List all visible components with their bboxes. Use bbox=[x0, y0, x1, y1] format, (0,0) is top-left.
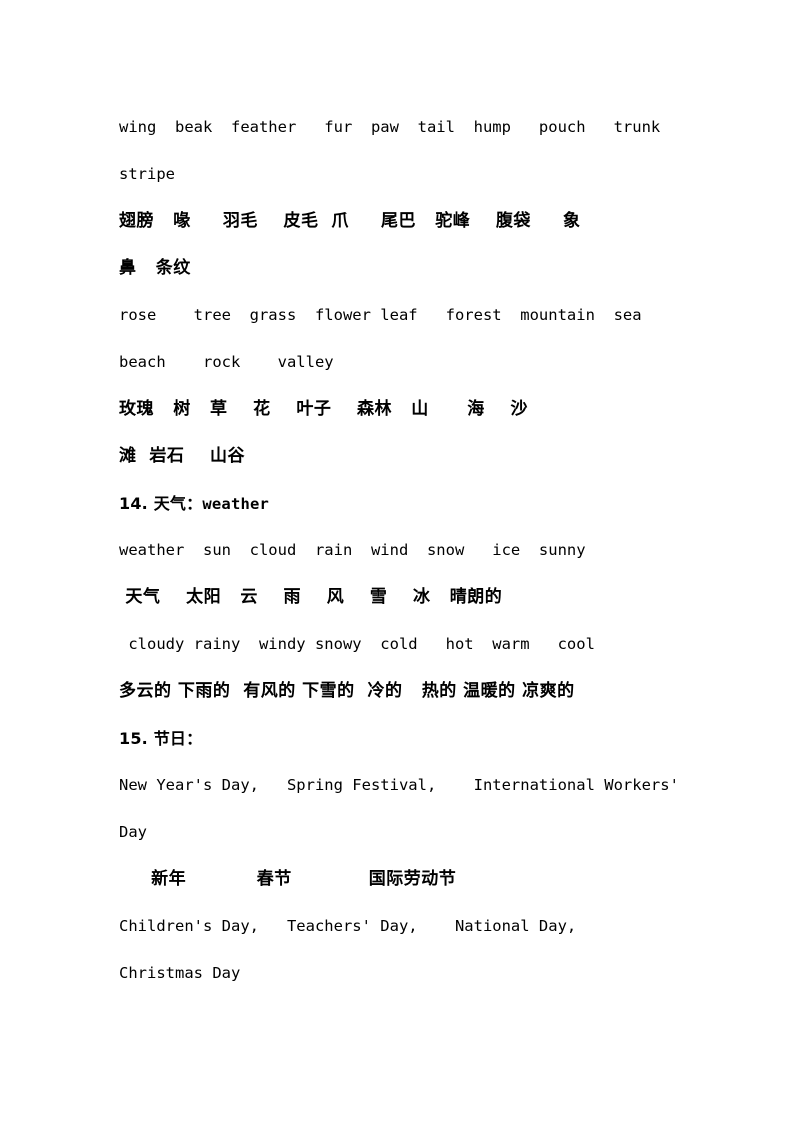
vocab-line-chinese: 鼻 条纹 bbox=[119, 258, 191, 278]
vocab-line-english: rose tree grass flower leaf forest mount… bbox=[119, 306, 642, 324]
section-weather: 14. 天气：weather weather sun cloud rain win… bbox=[119, 480, 679, 715]
vocab-line-english: beach rock valley bbox=[119, 353, 334, 371]
vocab-line-english: Christmas Day bbox=[119, 964, 241, 982]
document-body: wing beak feather fur paw tail hump pouc… bbox=[119, 104, 679, 997]
heading-number: 14. bbox=[119, 494, 148, 513]
section-festivals: 15. 节日： New Year's Day, Spring Festival, … bbox=[119, 715, 679, 997]
vocab-line-english: cloudy rainy windy snowy cold hot warm c… bbox=[119, 635, 595, 653]
heading-cjk-label: 天气： bbox=[153, 494, 203, 513]
vocab-line-chinese: 玫瑰 树 草 花 叶子 森林 山 海 沙 bbox=[119, 399, 528, 419]
section-animal-parts: wing beak feather fur paw tail hump pouc… bbox=[119, 104, 679, 292]
vocab-line-english: Day bbox=[119, 823, 147, 841]
vocab-line-chinese: 新年 春节 国际劳动节 bbox=[119, 869, 457, 889]
heading-number: 15. bbox=[119, 729, 148, 748]
section-heading-weather: 14. 天气：weather bbox=[119, 480, 679, 527]
vocab-line-chinese: 滩 岩石 山谷 bbox=[119, 446, 246, 466]
section-heading-festivals: 15. 节日： bbox=[119, 715, 679, 762]
section-nature: rose tree grass flower leaf forest mount… bbox=[119, 292, 679, 480]
vocab-line-english: weather sun cloud rain wind snow ice sun… bbox=[119, 541, 586, 559]
vocab-line-english: Children's Day, Teachers' Day, National … bbox=[119, 917, 577, 935]
vocab-line-english: New Year's Day, Spring Festival, Interna… bbox=[119, 776, 679, 794]
heading-english-gloss: weather bbox=[202, 495, 270, 513]
vocab-line-chinese: 多云的 下雨的 有风的 下雪的 冷的 热的 温暖的 凉爽的 bbox=[119, 681, 575, 701]
vocab-line-english: stripe bbox=[119, 165, 175, 183]
heading-cjk-label: 节日： bbox=[153, 729, 203, 748]
vocab-line-chinese: 翅膀 喙 羽毛 皮毛 爪 尾巴 驼峰 腹袋 象 bbox=[119, 211, 581, 231]
vocab-line-chinese: 天气 太阳 云 雨 风 雪 冰 晴朗的 bbox=[119, 587, 503, 607]
vocab-line-english: wing beak feather fur paw tail hump pouc… bbox=[119, 118, 661, 136]
document-page: wing beak feather fur paw tail hump pouc… bbox=[0, 0, 794, 1123]
